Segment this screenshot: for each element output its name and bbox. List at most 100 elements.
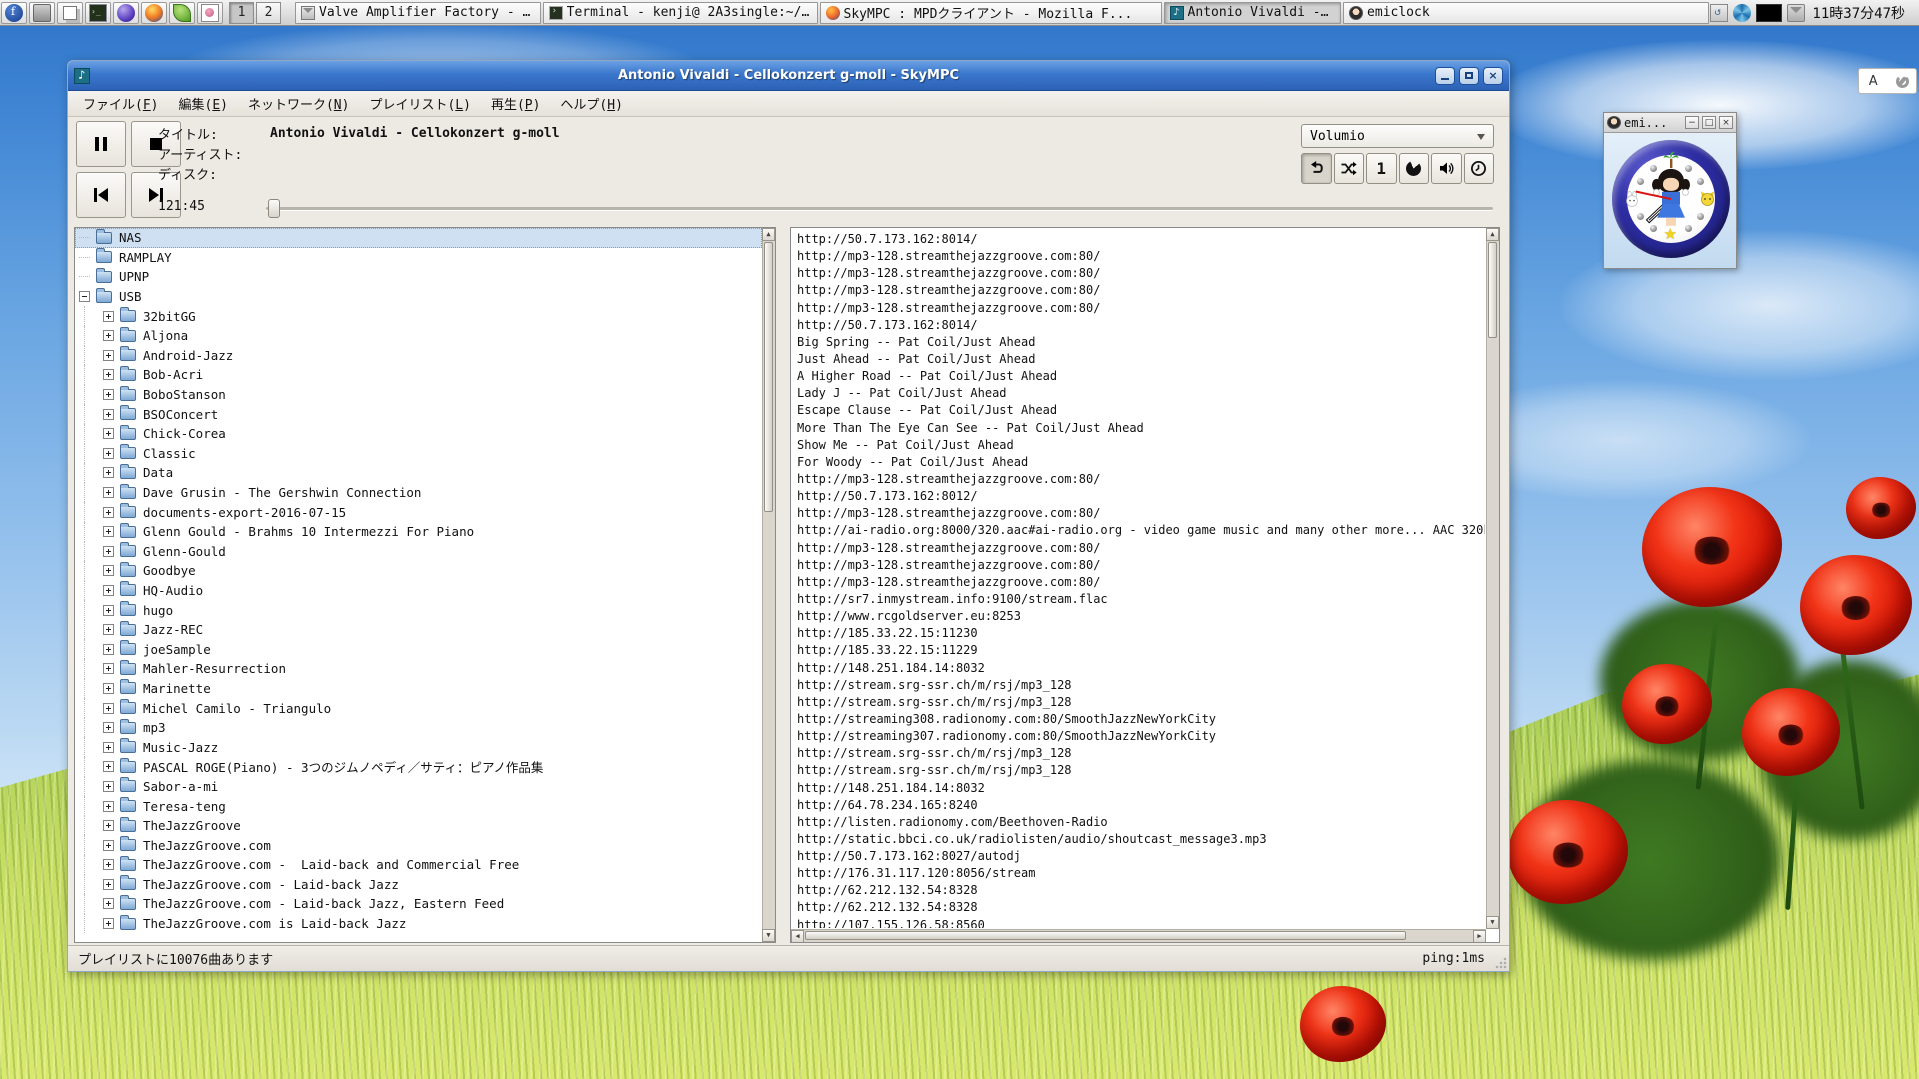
expand-icon[interactable] — [103, 644, 114, 655]
window-restore-tray-icon[interactable] — [1710, 4, 1728, 22]
tree-row[interactable]: NAS — [75, 228, 762, 248]
emiclock-titlebar[interactable]: emi... − □ × — [1604, 113, 1736, 133]
tree-row[interactable]: Classic — [75, 444, 762, 464]
titlebar[interactable]: Antonio Vivaldi - Cellokonzert g-moll - … — [68, 61, 1509, 91]
tree-row[interactable]: Music-Jazz — [75, 737, 762, 757]
playlist-line[interactable]: Big Spring -- Pat Coil/Just Ahead — [797, 334, 1485, 351]
workspace-button-1[interactable]: 1 — [229, 2, 254, 24]
tree-row[interactable]: TheJazzGroove.com - Laid-back Jazz — [75, 875, 762, 895]
expand-icon[interactable] — [103, 448, 114, 459]
playlist-line[interactable]: http://64.78.234.165:8240 — [797, 797, 1485, 814]
playlist-line[interactable]: More Than The Eye Can See -- Pat Coil/Ju… — [797, 420, 1485, 437]
scroll-down-icon[interactable]: ▼ — [762, 929, 775, 942]
tree-row[interactable]: joeSample — [75, 639, 762, 659]
expand-icon[interactable] — [103, 389, 114, 400]
playlist-scroll-thumb[interactable] — [1488, 242, 1497, 338]
tree-row[interactable]: TheJazzGroove.com — [75, 835, 762, 855]
tree-row[interactable]: Sabor-a-mi — [75, 777, 762, 797]
screen-tray-icon[interactable] — [1756, 4, 1782, 22]
tree-row[interactable]: Dave Grusin - The Gershwin Connection — [75, 483, 762, 503]
tree-row[interactable]: mp3 — [75, 718, 762, 738]
tree-row[interactable]: Data — [75, 463, 762, 483]
tree-row[interactable]: Android-Jazz — [75, 346, 762, 366]
expand-icon[interactable] — [103, 859, 114, 870]
scroll-left-icon[interactable]: ◀ — [791, 930, 804, 943]
web-launcher[interactable] — [113, 2, 139, 24]
playlist-line[interactable]: http://148.251.184.14:8032 — [797, 660, 1485, 677]
expand-icon[interactable] — [103, 624, 114, 635]
playlist-line[interactable]: http://stream.srg-ssr.ch/m/rsj/mp3_128 — [797, 745, 1485, 762]
output-select[interactable]: Volumio — [1301, 124, 1494, 148]
tree-row[interactable]: Aljona — [75, 326, 762, 346]
menu-item-5[interactable]: ヘルプ(H) — [551, 92, 631, 115]
playlist-line[interactable]: http://static.bbci.co.uk/radiolisten/aud… — [797, 831, 1485, 848]
playlist-line[interactable]: http://stream.srg-ssr.ch/m/rsj/mp3_128 — [797, 677, 1485, 694]
tree-row[interactable]: TheJazzGroove.com is Laid-back Jazz — [75, 914, 762, 934]
playlist-line[interactable]: http://62.212.132.54:8328 — [797, 899, 1485, 916]
expand-icon[interactable] — [103, 546, 114, 557]
minimize-button[interactable] — [1435, 67, 1455, 85]
tree-row[interactable]: HQ-Audio — [75, 581, 762, 601]
playlist-line[interactable]: http://mp3-128.streamthejazzgroove.com:8… — [797, 540, 1485, 557]
tree-row[interactable]: RAMPLAY — [75, 248, 762, 268]
emiclock-maximize-button[interactable]: □ — [1702, 116, 1716, 129]
expand-icon[interactable] — [103, 330, 114, 341]
tree-row[interactable]: Jazz-REC — [75, 620, 762, 640]
scroll-down-icon[interactable]: ▼ — [1486, 916, 1499, 929]
playlist-line[interactable]: http://streaming307.radionomy.com:80/Smo… — [797, 728, 1485, 745]
terminal-launcher[interactable] — [85, 2, 111, 24]
tree-row[interactable]: TheJazzGroove.com - Laid-back and Commer… — [75, 855, 762, 875]
playlist-line[interactable]: http://mp3-128.streamthejazzgroove.com:8… — [797, 265, 1485, 282]
expand-icon[interactable] — [103, 565, 114, 576]
playlist-line[interactable]: Just Ahead -- Pat Coil/Just Ahead — [797, 351, 1485, 368]
expand-icon[interactable] — [103, 722, 114, 733]
expand-icon[interactable] — [103, 663, 114, 674]
expand-icon[interactable] — [103, 369, 114, 380]
expand-icon[interactable] — [103, 918, 114, 929]
expand-icon[interactable] — [103, 703, 114, 714]
tree-row[interactable]: BSOConcert — [75, 404, 762, 424]
repeat-button[interactable] — [1301, 153, 1332, 184]
tree-row[interactable]: Bob-Acri — [75, 365, 762, 385]
firefox-launcher[interactable] — [141, 2, 167, 24]
expand-icon[interactable] — [103, 428, 114, 439]
previous-button[interactable] — [76, 172, 126, 218]
images-launcher[interactable] — [197, 2, 223, 24]
expand-icon[interactable] — [103, 781, 114, 792]
task-button-3[interactable]: Antonio Vivaldi - Cellokonzert g-mo... — [1164, 2, 1342, 24]
expand-icon[interactable] — [103, 507, 114, 518]
playlist-line[interactable]: http://62.212.132.54:8328 — [797, 882, 1485, 899]
menu-item-4[interactable]: 再生(P) — [482, 92, 549, 115]
expand-icon[interactable] — [103, 898, 114, 909]
playlist-line[interactable]: http://stream.srg-ssr.ch/m/rsj/mp3_128 — [797, 694, 1485, 711]
close-button[interactable]: × — [1483, 67, 1503, 85]
timer-button[interactable] — [1464, 153, 1495, 184]
tree-scroll-thumb[interactable] — [764, 242, 773, 512]
menu-item-1[interactable]: 編集(E) — [169, 92, 236, 115]
playlist-line[interactable]: http://185.33.22.15:11230 — [797, 625, 1485, 642]
expand-icon[interactable] — [103, 467, 114, 478]
scroll-up-icon[interactable]: ▲ — [1486, 228, 1499, 241]
mail-tray-icon[interactable] — [1787, 4, 1805, 22]
playlist-line[interactable]: http://107.155.126.58:8560 — [797, 917, 1485, 928]
playlist-line[interactable]: http://mp3-128.streamthejazzgroove.com:8… — [797, 505, 1485, 522]
menu-item-3[interactable]: プレイリスト(L) — [360, 92, 479, 115]
tree-row[interactable]: Chick-Corea — [75, 424, 762, 444]
playlist-line[interactable]: For Woody -- Pat Coil/Just Ahead — [797, 454, 1485, 471]
playlist-vscrollbar[interactable]: ▲ ▼ — [1486, 228, 1499, 929]
seek-slider[interactable] — [266, 207, 1493, 210]
maximize-button[interactable] — [1459, 67, 1479, 85]
collapse-icon[interactable] — [79, 291, 90, 302]
tree-row[interactable]: PASCAL ROGE(Piano) - 3つのジムノペディ／サティ：ピアノ作品… — [75, 757, 762, 777]
expand-icon[interactable] — [103, 801, 114, 812]
playlist-line[interactable]: Escape Clause -- Pat Coil/Just Ahead — [797, 402, 1485, 419]
playlist-line[interactable]: http://mp3-128.streamthejazzgroove.com:8… — [797, 557, 1485, 574]
playlist-hscrollbar[interactable]: ◀ ▶ — [791, 929, 1486, 942]
emiclock-close-button[interactable]: × — [1719, 116, 1733, 129]
tree-row[interactable]: Michel Camilo - Triangulo — [75, 698, 762, 718]
playlist-line[interactable]: http://50.7.173.162:8027/autodj — [797, 848, 1485, 865]
playlist-line[interactable]: http://mp3-128.streamthejazzgroove.com:8… — [797, 471, 1485, 488]
tree-row[interactable]: Mahler-Resurrection — [75, 659, 762, 679]
tree-row[interactable]: Teresa-teng — [75, 796, 762, 816]
tree-row[interactable]: USB — [75, 287, 762, 307]
